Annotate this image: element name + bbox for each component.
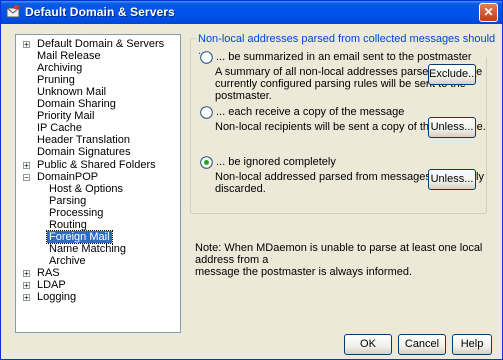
ok-button[interactable]: OK: [344, 334, 392, 355]
help-button[interactable]: Help: [452, 334, 492, 355]
tree-item[interactable]: Name Matching: [47, 243, 128, 256]
tree-item-label: DomainPOP: [37, 170, 99, 183]
tree-item[interactable]: Processing: [47, 207, 105, 220]
tree-item-label: Archive: [49, 254, 86, 267]
tree-item[interactable]: Default Domain & Servers: [35, 38, 166, 51]
window-title: Default Domain & Servers: [25, 5, 175, 19]
title-bar[interactable]: Default Domain & Servers ✕: [1, 1, 502, 24]
tree-item-label: Domain Sharing: [37, 98, 116, 111]
cancel-button[interactable]: Cancel: [398, 334, 446, 355]
expand-icon[interactable]: +: [23, 161, 30, 169]
exclude-button[interactable]: Exclude...: [428, 64, 477, 85]
tree-item-label: Header Translation: [37, 134, 130, 147]
tree-item[interactable]: DomainPOP: [35, 171, 100, 184]
tree-item-label: LDAP: [37, 279, 66, 291]
tree-item[interactable]: Logging: [35, 291, 78, 304]
tree-item-label: Priority Mail: [37, 110, 95, 123]
tree-item[interactable]: Priority Mail: [35, 110, 96, 123]
expand-icon[interactable]: +: [23, 294, 30, 302]
option-ignore-label[interactable]: ... be ignored completely: [216, 156, 336, 168]
tree-item-label: Logging: [37, 291, 77, 304]
desc-line: postmaster.: [215, 90, 272, 102]
tree-item-label: Unknown Mail: [37, 86, 107, 99]
tree-item[interactable]: Routing: [47, 219, 89, 232]
note-line: message the postmaster is always informe…: [195, 266, 413, 278]
tree-item[interactable]: RAS: [35, 267, 62, 280]
expand-icon[interactable]: +: [23, 41, 30, 49]
unless-copy-button[interactable]: Unless...: [428, 117, 476, 138]
tree-item-label: Archiving: [37, 62, 83, 75]
tree-item[interactable]: Pruning: [35, 74, 77, 87]
tree-item-label: Pruning: [37, 74, 75, 87]
tree-item[interactable]: Unknown Mail: [35, 86, 108, 99]
tree-item[interactable]: Domain Signatures: [35, 146, 133, 159]
tree-item-label: Foreign Mail: [46, 229, 113, 244]
tree-item-label: Public & Shared Folders: [37, 158, 156, 171]
tree-item-label: Domain Signatures: [37, 146, 131, 159]
tree-item[interactable]: Host & Options: [47, 183, 125, 196]
radio-summarize[interactable]: [200, 51, 213, 64]
tree-item-label: Name Matching: [49, 242, 127, 255]
app-icon: [6, 5, 20, 18]
close-icon: ✕: [483, 5, 494, 19]
tree-item[interactable]: IP Cache: [35, 122, 84, 135]
tree-item[interactable]: Domain Sharing: [35, 98, 118, 111]
tree-item-label: RAS: [37, 266, 60, 279]
navigation-tree[interactable]: Default Domain & Servers + Mail Release Arc…: [15, 34, 181, 333]
tree-item[interactable]: LDAP: [35, 279, 68, 292]
expand-icon[interactable]: +: [23, 269, 30, 277]
tree-item[interactable]: Foreign Mail: [46, 229, 113, 244]
radio-copy[interactable]: [200, 106, 213, 119]
radio-ignore[interactable]: [200, 156, 213, 169]
tree-item[interactable]: Mail Release: [35, 50, 103, 63]
tree-item-label: Mail Release: [37, 50, 101, 63]
dialog-client: Default Domain & Servers + Mail Release Arc…: [4, 24, 499, 357]
option-summarize-label[interactable]: ... be summarized in an email sent to th…: [216, 51, 472, 63]
note-line: Note: When MDaemon is unable to parse at…: [195, 242, 483, 266]
tree-item[interactable]: Public & Shared Folders: [35, 159, 158, 172]
close-button[interactable]: ✕: [479, 3, 498, 22]
tree-item-label: Routing: [49, 218, 87, 231]
unless-ignore-button[interactable]: Unless...: [428, 169, 476, 190]
tree-item-label: Processing: [49, 206, 104, 219]
tree-item-label: Host & Options: [49, 182, 123, 195]
tree-item-label: Default Domain & Servers: [37, 38, 165, 50]
tree-item[interactable]: Header Translation: [35, 134, 132, 147]
tree-item[interactable]: Archive: [47, 255, 88, 268]
collapse-icon[interactable]: −: [23, 173, 30, 181]
option-copy-label[interactable]: ... each receive a copy of the message: [216, 106, 404, 118]
expand-icon[interactable]: +: [23, 282, 30, 290]
tree-item-label: IP Cache: [37, 122, 83, 135]
tree-item[interactable]: Parsing: [47, 195, 88, 208]
tree-item-label: Parsing: [49, 194, 87, 207]
tree-item[interactable]: Archiving: [35, 62, 84, 75]
note-text: Note: When MDaemon is unable to parse at…: [195, 242, 487, 278]
dialog-window: Default Domain & Servers ✕ Default Domai…: [0, 0, 503, 360]
